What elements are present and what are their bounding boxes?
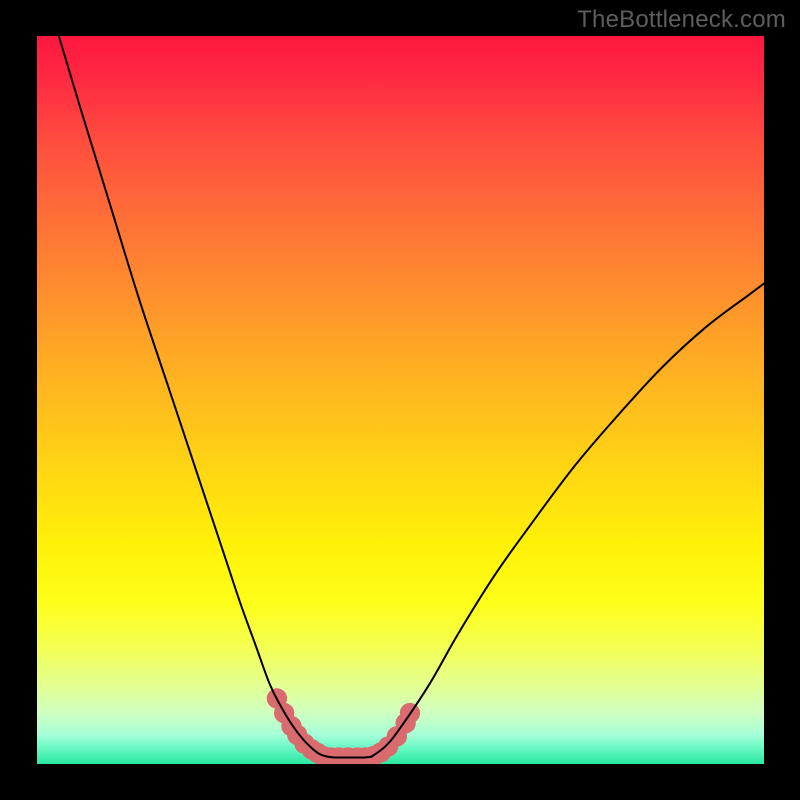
curve-floor-segment (328, 757, 372, 758)
plot-area (37, 36, 764, 764)
curve-lines-layer (59, 36, 764, 758)
curve-right-curve (371, 284, 764, 757)
chart-frame: TheBottleneck.com (0, 0, 800, 800)
watermark-text: TheBottleneck.com (577, 6, 786, 34)
marker-dots-layer (267, 688, 420, 764)
curve-left-curve (59, 36, 328, 757)
chart-svg (37, 36, 764, 764)
